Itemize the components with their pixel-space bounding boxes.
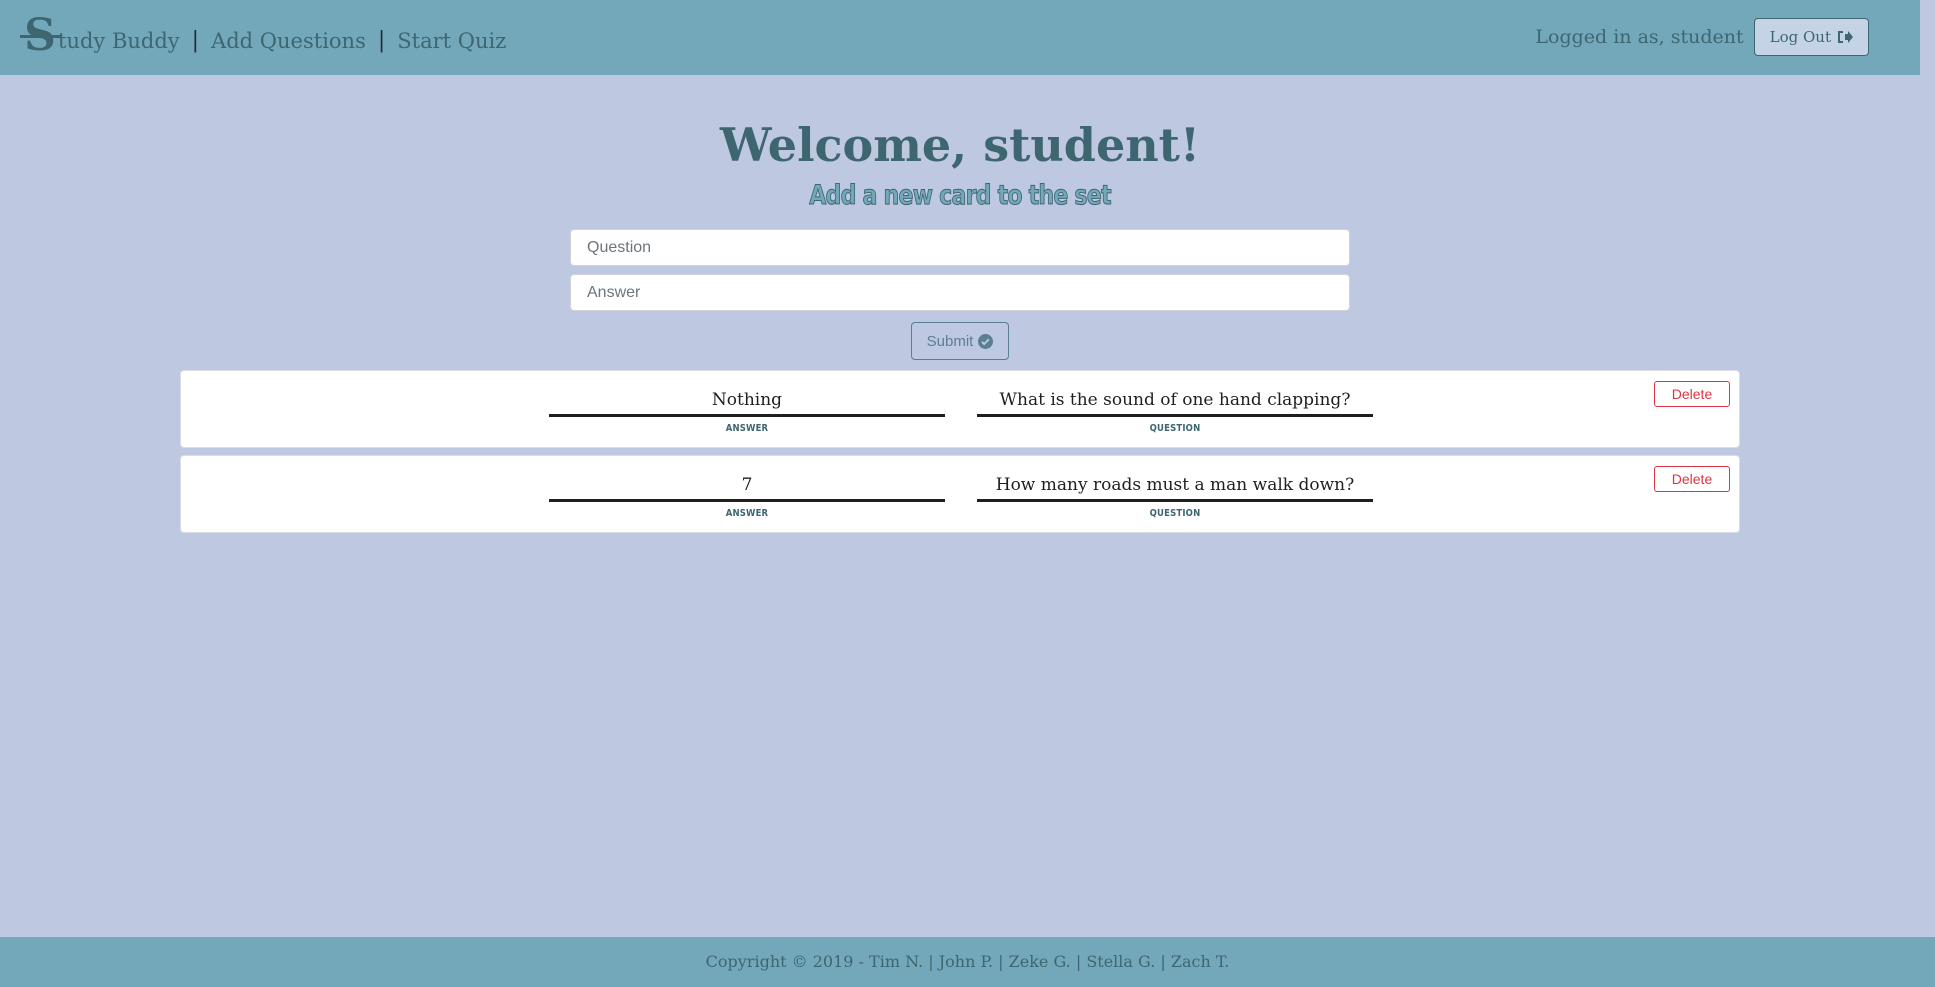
submit-button[interactable]: Submit: [911, 322, 1009, 360]
logout-label: Log Out: [1769, 28, 1831, 46]
brand-name-link[interactable]: tudy Buddy: [58, 26, 180, 56]
delete-button[interactable]: Delete: [1654, 466, 1730, 492]
logout-button[interactable]: Log Out: [1753, 18, 1869, 56]
nav-separator: |: [377, 28, 386, 53]
sign-out-icon: [1838, 31, 1853, 43]
copyright-text: Copyright © 2019 - Tim N. | John P. | Ze…: [705, 952, 1230, 971]
answer-label: ANSWER: [725, 423, 769, 434]
answer-cell: 7 ANSWER: [549, 474, 945, 519]
question-cell: How many roads must a man walk down? QUE…: [977, 474, 1373, 519]
answer-label: ANSWER: [725, 508, 769, 519]
answer-input[interactable]: [570, 274, 1350, 311]
question-value: What is the sound of one hand clapping?: [977, 389, 1373, 417]
nav-add-questions-link[interactable]: Add Questions: [211, 26, 366, 56]
answer-value: 7: [549, 474, 945, 502]
question-input[interactable]: [570, 229, 1350, 266]
top-navbar: S tudy Buddy | Add Questions | Start Qui…: [0, 0, 1920, 75]
answer-value: Nothing: [549, 389, 945, 417]
scrollbar-track: [1920, 0, 1935, 987]
flashcard: Nothing ANSWER What is the sound of one …: [180, 370, 1740, 448]
flashcard: 7 ANSWER How many roads must a man walk …: [180, 455, 1740, 533]
delete-button[interactable]: Delete: [1654, 381, 1730, 407]
logged-in-label: Logged in as, student: [1535, 26, 1744, 48]
question-cell: What is the sound of one hand clapping? …: [977, 389, 1373, 434]
question-label: QUESTION: [1149, 423, 1201, 434]
check-circle-icon: [978, 333, 994, 349]
question-label: QUESTION: [1149, 508, 1201, 519]
submit-label: Submit: [926, 332, 974, 350]
question-value: How many roads must a man walk down?: [977, 474, 1373, 502]
user-area: Logged in as, student Log Out: [1535, 18, 1869, 56]
nav-start-quiz-link[interactable]: Start Quiz: [397, 26, 506, 56]
logo-icon[interactable]: S: [20, 14, 62, 58]
answer-cell: Nothing ANSWER: [549, 389, 945, 434]
brand: S tudy Buddy | Add Questions | Start Qui…: [20, 14, 506, 58]
page-subtitle: Add a new card to the set: [809, 180, 1112, 212]
page-title: Welcome, student!: [719, 118, 1201, 172]
nav-separator: |: [191, 28, 200, 53]
footer: Copyright © 2019 - Tim N. | John P. | Ze…: [0, 937, 1935, 987]
